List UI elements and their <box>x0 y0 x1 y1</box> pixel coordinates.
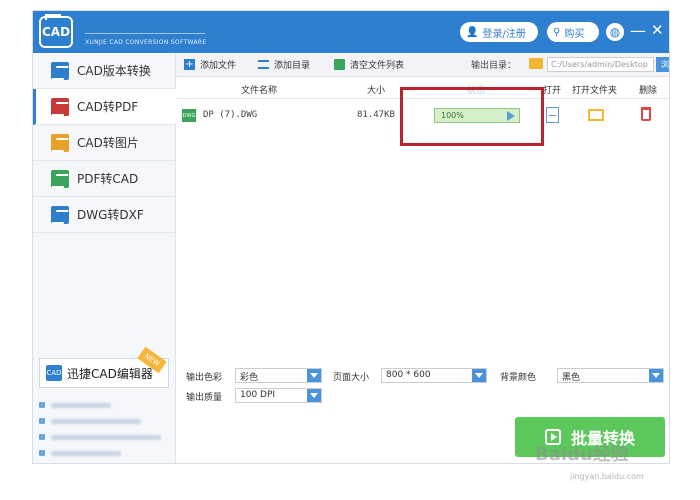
column-header-name: 文件名称 <box>241 86 278 96</box>
sidebar-item-version-convert[interactable]: CAD版本转换 <box>33 53 176 89</box>
title-bar: CAD XUNJIE CAD CONVERSION SOFTWARE 👤 登录/… <box>33 11 669 53</box>
sidebar-item-cad-to-pdf[interactable]: CAD转PDF <box>33 89 176 125</box>
buy-label: 购买 <box>564 28 585 40</box>
output-color-select[interactable]: 彩色 <box>235 368 322 383</box>
file-name: DP (7).DWG <box>203 110 258 120</box>
chevron-down-icon <box>649 369 663 382</box>
clear-icon <box>334 59 345 70</box>
trash-icon[interactable] <box>641 107 651 121</box>
version-convert-icon <box>51 61 69 80</box>
output-quality-label: 输出质量 <box>186 393 223 403</box>
brand-divider <box>85 33 205 34</box>
add-directory-button[interactable]: 添加目录 <box>258 58 310 71</box>
chevron-down-icon <box>472 369 486 382</box>
add-file-label: 添加文件 <box>200 61 237 71</box>
output-path-input[interactable] <box>547 57 654 72</box>
blurred-contact-row <box>39 431 169 443</box>
cad-editor-icon: CAD <box>46 365 62 381</box>
column-header-size: 大小 <box>367 86 386 96</box>
blurred-contact-row <box>39 415 169 427</box>
add-file-button[interactable]: + 添加文件 <box>184 58 236 71</box>
sidebar-item-label: PDF转CAD <box>77 172 139 186</box>
chevron-down-icon <box>307 369 321 382</box>
cad-pdf-icon <box>51 97 69 116</box>
chevron-down-icon <box>307 389 321 402</box>
output-dir-label: 输出目录： <box>471 61 517 71</box>
sidebar-item-pdf-to-cad[interactable]: PDF转CAD <box>33 161 176 197</box>
globe-icon[interactable]: ◍ <box>606 23 624 41</box>
login-label: 登录/注册 <box>482 28 526 40</box>
page-size-value: 800 * 600 <box>386 370 431 380</box>
user-icon: 👤 <box>466 26 479 38</box>
sidebar-item-cad-to-image[interactable]: CAD转图片 <box>33 125 176 161</box>
page-size-select[interactable]: 800 * 600 <box>381 368 487 383</box>
output-quality-value: 100 DPI <box>240 390 276 400</box>
pdf-cad-icon <box>51 169 69 188</box>
login-button[interactable]: 👤 登录/注册 <box>460 22 538 42</box>
output-color-label: 输出色彩 <box>186 373 223 383</box>
minimize-icon[interactable]: — <box>630 21 646 40</box>
app-window: CAD XUNJIE CAD CONVERSION SOFTWARE 👤 登录/… <box>32 10 670 464</box>
watermark-text: Baidu经验 <box>535 444 629 465</box>
plus-icon: + <box>184 59 195 70</box>
browse-button[interactable]: 浏览 <box>656 57 669 72</box>
search-icon: ⚲ <box>553 26 561 38</box>
clear-list-button[interactable]: 清空文件列表 <box>334 58 404 71</box>
output-quality-select[interactable]: 100 DPI <box>235 388 322 403</box>
cad-image-icon <box>51 133 69 152</box>
dwg-file-icon: DWG <box>182 109 196 122</box>
page-size-label: 页面大小 <box>333 373 370 383</box>
clear-list-label: 清空文件列表 <box>350 61 405 71</box>
background-color-value: 黑色 <box>562 373 581 383</box>
close-icon[interactable]: ✕ <box>651 21 664 39</box>
sidebar-item-label: CAD转PDF <box>77 100 139 114</box>
folder-icon[interactable] <box>529 58 543 69</box>
file-size: 81.47KB <box>357 110 395 120</box>
column-header-open: 打开 <box>543 86 562 96</box>
column-header-open-folder: 打开文件夹 <box>572 86 618 96</box>
app-logo: CAD <box>39 14 73 48</box>
open-folder-icon[interactable] <box>588 109 604 121</box>
toolbar: + 添加文件 添加目录 清空文件列表 输出目录： 浏览 <box>176 53 669 77</box>
dwg-dxf-icon <box>51 205 69 224</box>
column-header-delete: 删除 <box>639 86 658 96</box>
open-file-icon[interactable] <box>546 107 559 123</box>
sidebar-item-dwg-to-dxf[interactable]: DWG转DXF <box>33 197 176 233</box>
background-color-label: 背景颜色 <box>500 373 537 383</box>
annotation-highlight-box <box>400 87 544 146</box>
list-icon <box>258 60 269 69</box>
add-directory-label: 添加目录 <box>274 61 311 71</box>
blurred-contact-row <box>39 447 169 459</box>
background-color-select[interactable]: 黑色 <box>557 368 664 383</box>
watermark-url: jingyan.baidu.com <box>570 472 644 481</box>
blurred-contact-row <box>39 399 169 411</box>
app-subtitle: XUNJIE CAD CONVERSION SOFTWARE <box>85 39 207 46</box>
sidebar-item-label: DWG转DXF <box>77 208 144 222</box>
logo-text: CAD <box>41 25 71 39</box>
cad-editor-label: 迅捷CAD编辑器 <box>67 366 153 381</box>
sidebar: CAD版本转换 CAD转PDF CAD转图片 PDF转CAD DWG转DXF C… <box>33 53 176 463</box>
buy-button[interactable]: ⚲ 购买 <box>547 22 599 42</box>
sidebar-item-label: CAD转图片 <box>77 136 139 150</box>
sidebar-item-label: CAD版本转换 <box>77 64 151 78</box>
output-color-value: 彩色 <box>240 373 259 383</box>
